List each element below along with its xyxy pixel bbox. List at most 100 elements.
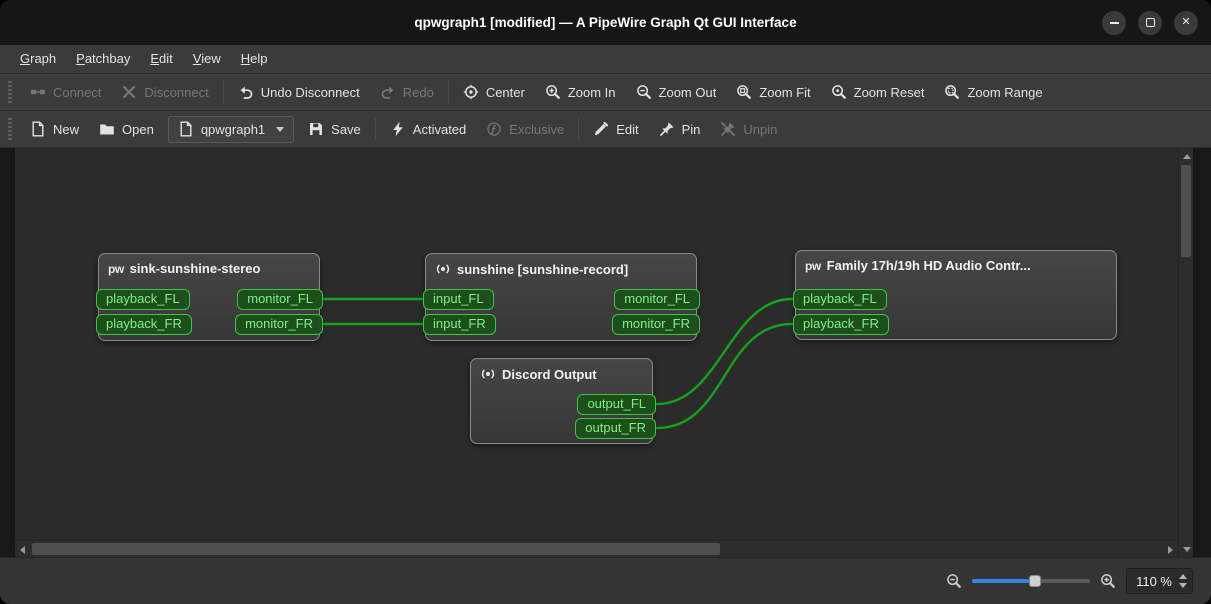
activated-toggle[interactable]: Activated: [380, 115, 476, 143]
save-label: Save: [331, 121, 361, 137]
menu-help[interactable]: Help: [231, 45, 278, 73]
zoom-slider-fill: [972, 579, 1035, 583]
scroll-right-arrow[interactable]: [1163, 541, 1178, 558]
save-button[interactable]: Save: [298, 115, 371, 143]
port-output-fr[interactable]: output_FR: [575, 418, 656, 439]
horizontal-scrollbar[interactable]: [15, 540, 1178, 557]
zoom-spinbox[interactable]: 110 %: [1126, 568, 1193, 594]
pipewire-icon: pw: [108, 261, 124, 276]
patchbay-name: qpwgraph1: [200, 121, 266, 137]
undo-icon: [238, 84, 254, 100]
graph-canvas[interactable]: pw sink-sunshine-stereo playback_FL play…: [15, 148, 1178, 540]
zoom-range-button[interactable]: Zoom Range: [934, 78, 1052, 106]
node-title: sunshine [sunshine-record]: [457, 261, 629, 277]
maximize-button[interactable]: [1138, 10, 1162, 35]
port-monitor-fl[interactable]: monitor_FL: [614, 289, 700, 310]
center-label: Center: [485, 84, 525, 100]
port-input-fr[interactable]: input_FR: [423, 314, 496, 335]
zoom-out-button[interactable]: Zoom Out: [626, 78, 727, 106]
exclusive-icon: [486, 121, 502, 137]
chevron-down-icon: [276, 126, 285, 132]
toolbar-drag-handle[interactable]: [8, 118, 12, 140]
zoom-decrement-button[interactable]: [1179, 583, 1187, 588]
new-file-icon: [30, 121, 46, 137]
port-output-fl[interactable]: output_FL: [577, 394, 656, 415]
zoom-in-button[interactable]: Zoom In: [535, 78, 626, 106]
port-playback-fl[interactable]: playback_FL: [96, 289, 190, 310]
port-monitor-fr[interactable]: monitor_FR: [235, 314, 323, 335]
horizontal-scrollbar-handle[interactable]: [32, 543, 720, 555]
node-sunshine-record[interactable]: sunshine [sunshine-record] input_FL inpu…: [423, 253, 700, 341]
arrow-right-icon: [1168, 545, 1173, 554]
titlebar[interactable]: qpwgraph1 [modified] — A PipeWire Graph …: [0, 0, 1211, 45]
zoom-in-icon[interactable]: [1100, 573, 1116, 589]
exclusive-label: Exclusive: [509, 121, 565, 137]
menu-graph[interactable]: Graph: [10, 45, 66, 73]
zoom-reset-button[interactable]: Zoom Reset: [821, 78, 935, 106]
zoom-slider[interactable]: [972, 572, 1091, 590]
unpin-button[interactable]: Unpin: [710, 115, 787, 143]
open-button[interactable]: Open: [89, 115, 164, 143]
port-playback-fr[interactable]: playback_FR: [793, 314, 889, 335]
graph-toolbar: Connect Disconnect Undo Disconnect Redo …: [0, 74, 1211, 111]
disconnect-button[interactable]: Disconnect: [111, 78, 218, 106]
toolbar-drag-handle[interactable]: [8, 81, 12, 103]
menu-patchbay[interactable]: Patchbay: [66, 45, 140, 73]
zoom-fit-label: Zoom Fit: [759, 84, 811, 100]
stream-icon: [435, 261, 451, 277]
node-discord-output[interactable]: Discord Output output_FL output_FR: [470, 358, 656, 444]
undo-label: Undo Disconnect: [260, 84, 360, 100]
menu-view[interactable]: View: [183, 45, 231, 73]
close-button[interactable]: ✕: [1174, 10, 1198, 35]
scroll-up-arrow[interactable]: [1179, 148, 1194, 164]
toolbar-separator: [447, 81, 449, 103]
zoom-value: 110 %: [1136, 573, 1172, 589]
port-input-fl[interactable]: input_FL: [423, 289, 494, 310]
pin-button[interactable]: Pin: [649, 115, 711, 143]
toolbar-separator: [578, 118, 580, 140]
connect-label: Connect: [53, 84, 102, 100]
connect-button[interactable]: Connect: [20, 78, 111, 106]
node-header: pw Family 17h/19h HD Audio Contr...: [796, 251, 1116, 280]
zoom-fit-button[interactable]: Zoom Fit: [726, 78, 820, 106]
redo-button[interactable]: Redo: [370, 78, 444, 106]
app-window: qpwgraph1 [modified] — A PipeWire Graph …: [0, 0, 1211, 604]
zoom-in-icon: [545, 84, 561, 100]
pin-label: Pin: [681, 121, 701, 137]
toolbar-separator: [374, 118, 376, 140]
port-playback-fr[interactable]: playback_FR: [96, 314, 192, 335]
zoom-increment-button[interactable]: [1179, 574, 1187, 579]
window-title: qpwgraph1 [modified] — A PipeWire Graph …: [414, 15, 797, 30]
undo-disconnect-button[interactable]: Undo Disconnect: [228, 78, 370, 106]
zoom-slider-handle[interactable]: [1028, 575, 1041, 587]
patchbay-select-dropdown[interactable]: qpwgraph1: [167, 115, 295, 143]
port-monitor-fl[interactable]: monitor_FL: [237, 289, 323, 310]
graph-canvas-area: pw sink-sunshine-stereo playback_FL play…: [0, 148, 1211, 557]
window-controls: ✕: [1102, 0, 1198, 45]
vertical-scrollbar[interactable]: [1178, 148, 1193, 557]
center-button[interactable]: Center: [453, 78, 535, 106]
node-header: sunshine [sunshine-record]: [426, 254, 696, 284]
edit-button[interactable]: Edit: [583, 115, 648, 143]
edit-pencil-icon: [593, 121, 609, 137]
menu-edit[interactable]: Edit: [140, 45, 182, 73]
port-playback-fl[interactable]: playback_FL: [793, 289, 887, 310]
port-monitor-fr[interactable]: monitor_FR: [612, 314, 700, 335]
zoom-range-label: Zoom Range: [967, 84, 1043, 100]
unpin-icon: [720, 121, 736, 137]
zoom-out-label: Zoom Out: [658, 84, 717, 100]
patchbay-toolbar: New Open qpwgraph1 Save Activated Exclus…: [0, 111, 1211, 148]
spin-arrows: [1179, 574, 1187, 588]
scroll-down-arrow[interactable]: [1179, 541, 1194, 557]
zoom-out-icon[interactable]: [946, 573, 962, 589]
scroll-left-arrow[interactable]: [15, 541, 30, 558]
unpin-label: Unpin: [743, 121, 778, 137]
exclusive-toggle[interactable]: Exclusive: [476, 115, 574, 143]
node-sink-sunshine-stereo[interactable]: pw sink-sunshine-stereo playback_FL play…: [96, 253, 323, 341]
minimize-button[interactable]: [1102, 10, 1126, 35]
new-button[interactable]: New: [20, 115, 89, 143]
minimize-icon: [1109, 21, 1119, 24]
edit-label: Edit: [616, 121, 639, 137]
vertical-scrollbar-handle[interactable]: [1181, 165, 1191, 257]
node-family-hd-audio[interactable]: pw Family 17h/19h HD Audio Contr... play…: [793, 250, 1117, 340]
